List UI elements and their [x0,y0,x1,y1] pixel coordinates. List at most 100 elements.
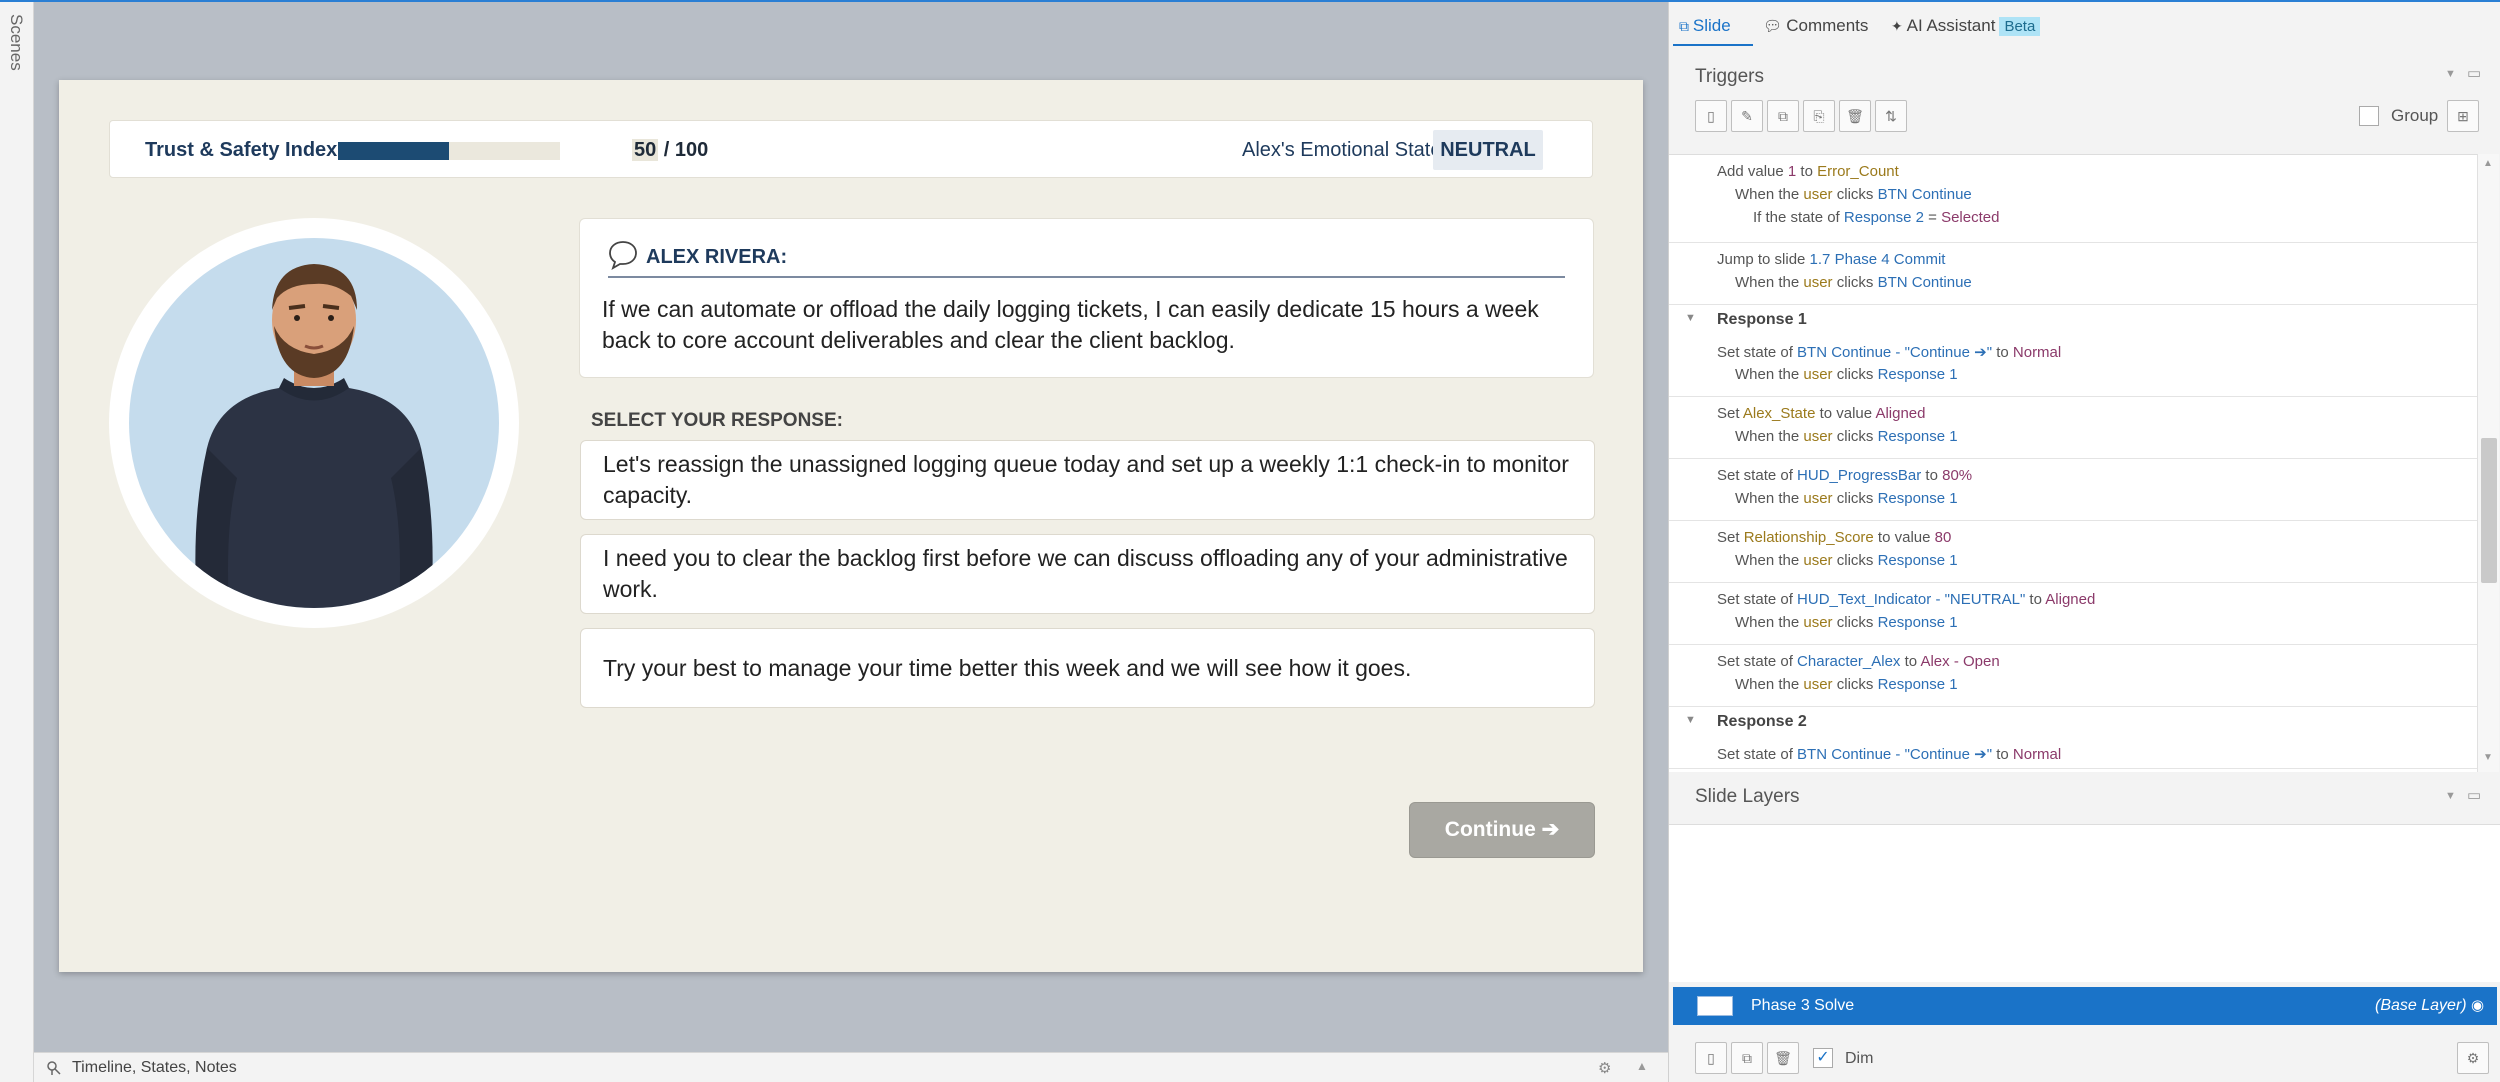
trigger-token: When the [1735,366,1804,383]
new-layer-icon[interactable]: ▯ [1695,1042,1727,1074]
trigger-row[interactable]: Set Alex_State to value Aligned When the … [1669,397,2477,459]
trust-score: 50 / 100 [632,139,708,162]
tab-slide[interactable]: ⧉ Slide [1679,16,1731,36]
trigger-row[interactable]: Add value 1 to Error_Count When the user … [1669,155,2477,243]
trigger-row[interactable]: Set state of BTN Continue - "Continue ➔"… [1669,737,2477,769]
trigger-token: Add value [1717,163,1788,180]
trigger-line: If the state of Response 2 = Selected [1753,209,1999,226]
trigger-row[interactable]: Set state of HUD_Text_Indicator - "NEUTR… [1669,583,2477,645]
trigger-token: user [1803,490,1833,507]
trigger-token: to value [1873,529,1935,546]
speech-bubble-icon [609,241,637,270]
trigger-group-header[interactable]: ▼ Response 2 [1669,707,2477,737]
hud-bar: Trust & Safety Index: 50 / 100 Alex's Em… [109,120,1593,178]
trigger-line: When the user clicks Response 1 [1735,676,1958,693]
edit-trigger-icon[interactable]: ✎ [1731,100,1763,132]
trigger-token: Response 1 [1877,552,1958,569]
dim-checkbox[interactable]: ✓ [1813,1048,1833,1068]
triggers-scrollbar[interactable]: ▲ ▼ [2477,154,2499,772]
move-trigger-icon[interactable]: ⇅ [1875,100,1907,132]
trigger-token: 1.7 Phase 4 Commit [1809,251,1946,268]
trigger-token: Response 2 [1843,209,1924,226]
trigger-group-label: Response 1 [1717,311,1807,328]
character-avatar-frame[interactable] [109,218,519,628]
trigger-token: 1 [1787,163,1797,180]
variables-icon[interactable]: ⊞ [2447,100,2479,132]
timeline-settings-icon[interactable]: ⚙ [1598,1059,1611,1077]
app-window: Scenes Trust & Safety Index: 50 / 100 Al… [0,0,2500,1082]
slide-tab-icon: ⧉ [1679,18,1693,34]
trigger-token: 80% [1942,467,1973,484]
slide-layers-title: Slide Layers [1695,786,1800,807]
trigger-group-header[interactable]: ▼ Response 1 [1669,305,2477,335]
layers-list [1669,824,2500,982]
trust-score-suffix: / 100 [658,139,709,161]
trigger-token: BTN Continue [1877,186,1972,203]
trigger-line: Set state of Character_Alex to Alex - Op… [1717,653,2000,670]
trigger-token: Set state of [1717,467,1798,484]
triggers-title: Triggers [1695,66,1764,87]
trigger-line: When the user clicks Response 1 [1735,614,1958,631]
scroll-up-icon[interactable]: ▲ [2483,158,2493,169]
tab-ai-assistant[interactable]: ✦ AI Assistant Beta [1891,16,2041,36]
response-2-text: I need you to clear the backlog first be… [603,545,1568,602]
trigger-token: Aligned [1875,405,1926,422]
trigger-token: Alex - Open [1920,653,2000,670]
delete-layer-icon[interactable]: 🗑︎ [1767,1042,1799,1074]
trigger-token: HUD_Text_Indicator - "NEUTRAL" [1797,591,2026,608]
base-layer-row[interactable]: Phase 3 Solve (Base Layer) ◉ [1673,987,2497,1025]
tab-comments[interactable]: 💬︎ Comments [1763,16,1868,36]
character-illustration [195,264,433,608]
layers-collapse-icon[interactable]: ▼ [2445,790,2456,802]
copy-trigger-icon[interactable]: ⧉ [1767,100,1799,132]
trigger-token: Response 1 [1877,490,1958,507]
trigger-token: to [2025,591,2046,608]
paste-trigger-icon[interactable]: ⎘ [1803,100,1835,132]
bottom-panel-bar[interactable]: Timeline, States, Notes ⚙ ▲ [34,1052,1668,1082]
trigger-line: When the user clicks BTN Continue [1735,274,1972,291]
response-1-button[interactable]: Let's reassign the unassigned logging qu… [580,440,1595,520]
layer-settings-icon[interactable]: ⚙ [2457,1042,2489,1074]
trigger-token: clicks [1832,552,1878,569]
trigger-row[interactable]: Set Relationship_Score to value 80 When t… [1669,521,2477,583]
trigger-token: Relationship_Score [1743,529,1874,546]
trigger-row[interactable]: Set state of HUD_ProgressBar to 80% When … [1669,459,2477,521]
group-caret-icon[interactable]: ▼ [1685,312,1696,324]
trigger-token: When the [1735,186,1804,203]
trigger-token: user [1803,552,1833,569]
timeline-states-notes-label[interactable]: Timeline, States, Notes [72,1059,237,1077]
sparkle-icon: ✦ [1891,18,1907,34]
trigger-token: to [1796,163,1818,180]
trigger-row[interactable]: Jump to slide 1.7 Phase 4 Commit When the… [1669,243,2477,305]
trigger-token: When the [1735,552,1804,569]
continue-button[interactable]: Continue ➔ [1409,802,1595,858]
trigger-line: When the user clicks Response 1 [1735,366,1958,383]
trigger-token: clicks [1832,366,1878,383]
group-caret-icon[interactable]: ▼ [1685,714,1696,726]
chevron-up-icon[interactable]: ▲ [1636,1059,1648,1073]
group-checkbox[interactable] [2359,106,2379,126]
trigger-row[interactable]: Set state of BTN Continue - "Continue ➔"… [1669,335,2477,397]
dialogue-box: ALEX RIVERA: If we can automate or offlo… [579,218,1594,378]
scenes-strip[interactable]: Scenes [0,2,34,1082]
layers-popout-icon[interactable]: ▭ [2467,786,2481,804]
trigger-token: BTN Continue [1877,274,1972,291]
delete-trigger-icon[interactable]: 🗑︎ [1839,100,1871,132]
response-3-button[interactable]: Try your best to manage your time better… [580,628,1595,708]
new-trigger-icon[interactable]: ▯ [1695,100,1727,132]
tab-slide-label: Slide [1692,16,1731,35]
trigger-row[interactable]: Set state of Character_Alex to Alex - Op… [1669,645,2477,707]
trigger-line: When the user clicks Response 1 [1735,490,1958,507]
eye-icon[interactable]: ◉ [2471,996,2484,1014]
response-2-button[interactable]: I need you to clear the backlog first be… [580,534,1595,614]
trigger-line: Add value 1 to Error_Count [1717,163,1899,180]
scroll-down-icon[interactable]: ▼ [2483,752,2493,763]
trust-progress-bar [338,142,560,160]
triggers-collapse-icon[interactable]: ▼ [2445,68,2456,80]
scroll-thumb[interactable] [2481,438,2497,583]
triggers-popout-icon[interactable]: ▭ [2467,64,2481,82]
scenes-label[interactable]: Scenes [6,14,26,71]
trigger-token: When the [1735,676,1804,693]
tab-comments-label: Comments [1786,16,1869,35]
duplicate-layer-icon[interactable]: ⧉ [1731,1042,1763,1074]
